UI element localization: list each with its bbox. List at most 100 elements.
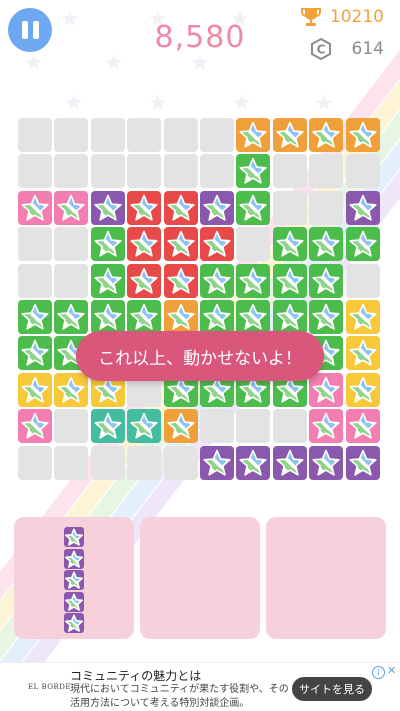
piece-tray-3[interactable] bbox=[266, 517, 386, 639]
board-cell-empty[interactable] bbox=[18, 118, 52, 152]
board-cell-empty[interactable] bbox=[18, 263, 52, 298]
board-cell-empty[interactable] bbox=[127, 445, 162, 480]
board-cell-empty[interactable] bbox=[90, 445, 125, 480]
board-cell-pink[interactable] bbox=[54, 190, 89, 225]
board-cell-green[interactable] bbox=[90, 227, 125, 262]
board-cell-empty[interactable] bbox=[127, 118, 162, 152]
board-cell-green[interactable] bbox=[127, 300, 162, 334]
board-cell-empty[interactable] bbox=[345, 263, 380, 298]
piece-tray-1[interactable] bbox=[14, 517, 134, 639]
board-cell-empty[interactable] bbox=[127, 154, 162, 189]
info-icon[interactable]: i bbox=[372, 666, 385, 679]
board-cell-empty[interactable] bbox=[309, 190, 344, 225]
board-cell-green[interactable] bbox=[272, 227, 307, 262]
board-cell-pink[interactable] bbox=[345, 409, 380, 444]
board-cell-green[interactable] bbox=[309, 227, 344, 262]
ad-cta-button[interactable]: サイトを見る bbox=[292, 677, 372, 701]
board-cell-orange[interactable] bbox=[163, 409, 198, 444]
tray-piece-cell[interactable] bbox=[64, 548, 84, 569]
board-cell-purple[interactable] bbox=[272, 445, 307, 480]
board-cell-orange[interactable] bbox=[163, 300, 198, 334]
board-cell-green[interactable] bbox=[90, 300, 125, 334]
game-board[interactable] bbox=[18, 118, 382, 482]
board-cell-green[interactable] bbox=[18, 336, 52, 371]
board-cell-red[interactable] bbox=[163, 263, 198, 298]
board-cell-empty[interactable] bbox=[54, 154, 89, 189]
board-cell-pink[interactable] bbox=[18, 409, 52, 444]
board-cell-red[interactable] bbox=[127, 227, 162, 262]
board-cell-empty[interactable] bbox=[272, 409, 307, 444]
board-cell-empty[interactable] bbox=[236, 409, 271, 444]
board-cell-empty[interactable] bbox=[54, 118, 89, 152]
tray-piece-cell[interactable] bbox=[64, 570, 84, 590]
board-cell-purple[interactable] bbox=[200, 445, 234, 480]
board-cell-purple[interactable] bbox=[309, 445, 344, 480]
board-cell-green[interactable] bbox=[236, 300, 271, 334]
board-cell-green[interactable] bbox=[272, 263, 307, 298]
board-cell-red[interactable] bbox=[163, 227, 198, 262]
board-cell-green[interactable] bbox=[236, 154, 271, 189]
board-cell-orange[interactable] bbox=[272, 118, 307, 152]
board-cell-green[interactable] bbox=[309, 263, 344, 298]
board-cell-pink[interactable] bbox=[309, 372, 344, 407]
board-cell-orange[interactable] bbox=[309, 118, 344, 152]
board-cell-green[interactable] bbox=[236, 190, 271, 225]
board-cell-yellow[interactable] bbox=[18, 372, 52, 407]
piece-tray-2[interactable] bbox=[140, 517, 260, 639]
close-icon[interactable]: ✕ bbox=[387, 664, 396, 677]
tray-piece-cell[interactable] bbox=[64, 527, 84, 547]
board-cell-purple[interactable] bbox=[90, 190, 125, 225]
board-cell-empty[interactable] bbox=[18, 154, 52, 189]
board-cell-empty[interactable] bbox=[90, 154, 125, 189]
board-cell-empty[interactable] bbox=[200, 118, 234, 152]
board-cell-empty[interactable] bbox=[18, 227, 52, 262]
board-cell-empty[interactable] bbox=[18, 445, 52, 480]
ad-banner[interactable]: EL BORDE コミュニティの魅力とは 現代においてコミュニティが果たす役割や… bbox=[0, 662, 400, 711]
tray-piece-cell[interactable] bbox=[64, 613, 84, 633]
board-cell-green[interactable] bbox=[309, 300, 344, 334]
board-cell-empty[interactable] bbox=[54, 409, 89, 444]
board-cell-purple[interactable] bbox=[345, 445, 380, 480]
board-cell-empty[interactable] bbox=[345, 154, 380, 189]
board-cell-empty[interactable] bbox=[200, 154, 234, 189]
board-cell-empty[interactable] bbox=[163, 118, 198, 152]
board-cell-green[interactable] bbox=[54, 300, 89, 334]
board-cell-green[interactable] bbox=[236, 263, 271, 298]
board-cell-empty[interactable] bbox=[272, 154, 307, 189]
board-cell-empty[interactable] bbox=[309, 154, 344, 189]
board-cell-green[interactable] bbox=[200, 300, 234, 334]
board-cell-green[interactable] bbox=[345, 227, 380, 262]
board-cell-empty[interactable] bbox=[54, 227, 89, 262]
board-cell-red[interactable] bbox=[127, 263, 162, 298]
board-cell-purple[interactable] bbox=[345, 190, 380, 225]
board-cell-yellow[interactable] bbox=[345, 336, 380, 371]
board-cell-green[interactable] bbox=[200, 263, 234, 298]
board-cell-yellow[interactable] bbox=[345, 300, 380, 334]
board-cell-green[interactable] bbox=[272, 300, 307, 334]
board-cell-empty[interactable] bbox=[54, 445, 89, 480]
ad-title[interactable]: コミュニティの魅力とは bbox=[70, 667, 201, 684]
board-cell-green[interactable] bbox=[18, 300, 52, 334]
board-cell-red[interactable] bbox=[127, 190, 162, 225]
board-cell-teal[interactable] bbox=[127, 409, 162, 444]
board-cell-empty[interactable] bbox=[200, 409, 234, 444]
board-cell-empty[interactable] bbox=[272, 190, 307, 225]
board-cell-pink[interactable] bbox=[309, 409, 344, 444]
board-cell-yellow[interactable] bbox=[345, 372, 380, 407]
tray-piece-cell[interactable] bbox=[64, 591, 84, 612]
board-cell-teal[interactable] bbox=[90, 409, 125, 444]
board-cell-purple[interactable] bbox=[200, 190, 234, 225]
board-cell-green[interactable] bbox=[90, 263, 125, 298]
board-cell-purple[interactable] bbox=[236, 445, 271, 480]
board-cell-empty[interactable] bbox=[90, 118, 125, 152]
board-cell-pink[interactable] bbox=[18, 190, 52, 225]
board-cell-orange[interactable] bbox=[345, 118, 380, 152]
board-cell-empty[interactable] bbox=[163, 445, 198, 480]
board-cell-empty[interactable] bbox=[163, 154, 198, 189]
board-cell-orange[interactable] bbox=[236, 118, 271, 152]
board-cell-empty[interactable] bbox=[54, 263, 89, 298]
board-cell-yellow[interactable] bbox=[54, 372, 89, 407]
board-cell-red[interactable] bbox=[163, 190, 198, 225]
board-cell-empty[interactable] bbox=[236, 227, 271, 262]
board-cell-red[interactable] bbox=[200, 227, 234, 262]
